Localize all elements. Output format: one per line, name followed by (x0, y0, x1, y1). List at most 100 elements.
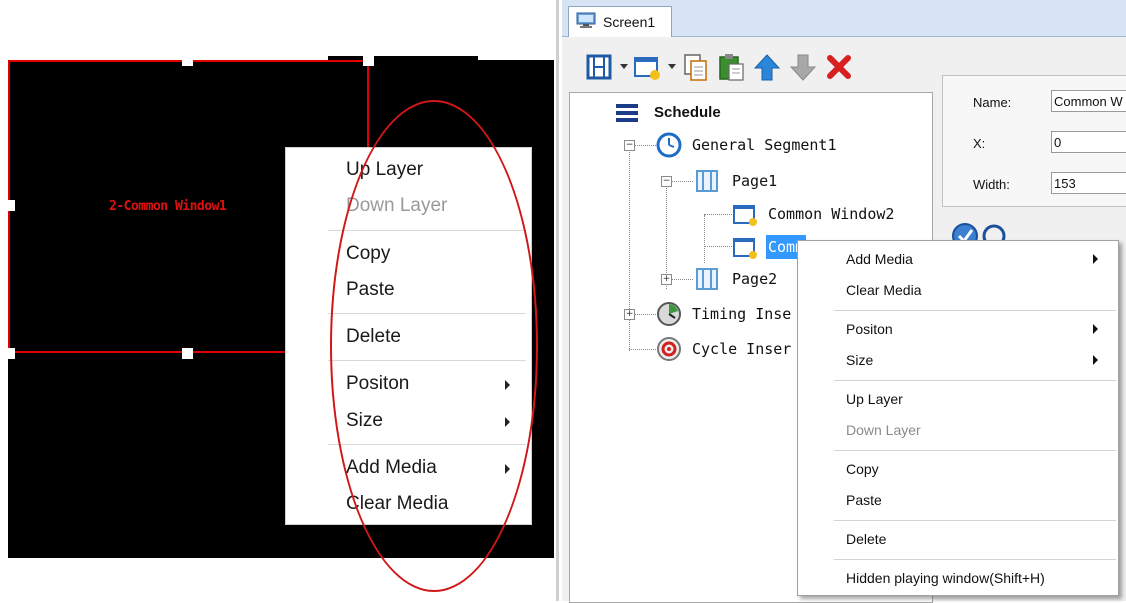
window-icon (733, 205, 757, 226)
submenu-arrow-icon (505, 380, 510, 390)
menu-item-delete[interactable]: Delete (346, 323, 526, 351)
menu-item-label: Clear Media (346, 493, 449, 514)
tab-label: Screen1 (603, 14, 656, 30)
submenu-arrow-icon (505, 464, 510, 474)
red-x-icon (827, 55, 851, 79)
menu-item-label: Copy (846, 461, 879, 477)
menu-item-down-layer: Down Layer (846, 418, 1106, 442)
tree-label: Common Window2 (768, 205, 895, 223)
tree-label: Schedule (654, 104, 721, 121)
menu-item-label: Positon (846, 321, 893, 337)
menu-item-label: Delete (846, 531, 887, 547)
menu-item-copy[interactable]: Copy (846, 457, 1106, 481)
menu-separator (328, 313, 526, 314)
submenu-arrow-icon (505, 417, 510, 427)
menu-item-label: Add Media (846, 251, 913, 267)
add-page-button[interactable] (584, 52, 614, 82)
x-label: X: (973, 136, 986, 151)
timer-icon (657, 302, 681, 326)
monitor-icon (576, 12, 596, 28)
menu-item-paste[interactable]: Paste (846, 488, 1106, 512)
menu-item-clear-media[interactable]: Clear Media (346, 490, 526, 518)
menu-item-label: Paste (846, 492, 882, 508)
cycle-icon (657, 337, 681, 361)
copy-icon (684, 54, 707, 81)
resize-handle[interactable] (4, 348, 15, 359)
dropdown-caret-icon[interactable] (668, 64, 676, 69)
move-down-button[interactable] (788, 52, 818, 82)
resize-handle[interactable] (363, 55, 374, 66)
menu-item-label: Down Layer (346, 195, 448, 216)
menu-item-label: Hidden playing window(Shift+H) (846, 570, 1045, 586)
arrow-up-icon (753, 54, 781, 81)
film-strip-icon (586, 54, 612, 80)
menu-item-up-layer[interactable]: Up Layer (846, 387, 1106, 411)
tree-label: Page1 (732, 172, 778, 190)
toolbar (562, 44, 942, 92)
paste-button[interactable] (716, 52, 746, 82)
image-divider (556, 0, 559, 601)
arrow-down-icon (789, 54, 817, 81)
add-window-button[interactable] (632, 52, 662, 82)
menu-item-delete[interactable]: Delete (846, 527, 1106, 551)
menu-item-label: Clear Media (846, 282, 922, 298)
resize-handle[interactable] (182, 55, 193, 66)
width-field[interactable]: 153 (1051, 172, 1126, 194)
film-strip-icon (696, 170, 718, 192)
menu-item-size[interactable]: Size (346, 407, 526, 435)
canvas-context-menu: Up Layer Down Layer Copy Paste Delete Po… (285, 147, 532, 525)
copy-button[interactable] (680, 52, 710, 82)
paste-icon (719, 54, 744, 81)
menu-item-add-media[interactable]: Add Media (346, 454, 526, 482)
menu-separator (834, 520, 1116, 521)
tree-label: Timing Inse (692, 305, 792, 323)
x-field[interactable]: 0 (1051, 131, 1126, 153)
menu-item-position[interactable]: Positon (346, 370, 526, 398)
dropdown-caret-icon[interactable] (620, 64, 628, 69)
menu-item-label: Up Layer (846, 391, 903, 407)
menu-item-label: Size (846, 352, 874, 368)
submenu-arrow-icon (1093, 254, 1098, 264)
menu-item-label: Paste (346, 279, 395, 300)
name-field[interactable]: Common W (1051, 90, 1126, 112)
resize-handle[interactable] (4, 200, 15, 211)
tab-strip: Screen1 (562, 0, 1126, 37)
tree-node-page1[interactable]: Page1 (570, 167, 930, 195)
menu-separator (834, 450, 1116, 451)
menu-item-copy[interactable]: Copy (346, 240, 526, 268)
tree-node-general-segment[interactable]: General Segment1 (570, 131, 930, 159)
menu-item-label: Add Media (346, 457, 437, 478)
menu-item-label: Size (346, 410, 383, 431)
tree-label: General Segment1 (692, 136, 837, 154)
tree-node-common-window2[interactable]: Common Window2 (570, 200, 930, 228)
menu-item-hidden-playing-window[interactable]: Hidden playing window(Shift+H) (846, 566, 1106, 590)
delete-button[interactable] (824, 52, 854, 82)
menu-item-down-layer: Down Layer (346, 192, 526, 220)
menu-separator (328, 360, 526, 361)
menu-item-up-layer[interactable]: Up Layer (346, 156, 526, 184)
width-label: Width: (973, 177, 1010, 192)
menu-item-clear-media[interactable]: Clear Media (846, 278, 1106, 302)
tree-context-menu: Add Media Clear Media Positon Size Up La… (797, 240, 1119, 596)
tab-screen1[interactable]: Screen1 (568, 6, 672, 37)
tree-label: Page2 (732, 270, 778, 288)
window-label: 2-Common Window1 (109, 199, 227, 214)
name-label: Name: (973, 95, 1012, 110)
menu-item-paste[interactable]: Paste (346, 276, 526, 304)
menu-item-add-media[interactable]: Add Media (846, 247, 1106, 271)
resize-handle[interactable] (182, 348, 193, 359)
menu-item-label: Positon (346, 373, 410, 394)
menu-item-label: Delete (346, 326, 401, 347)
move-up-button[interactable] (752, 52, 782, 82)
menu-item-position[interactable]: Positon (846, 317, 1106, 341)
menu-item-size[interactable]: Size (846, 348, 1106, 372)
tree-node-schedule[interactable]: Schedule (570, 99, 930, 127)
schedule-list-icon (616, 104, 638, 122)
menu-separator (328, 230, 526, 231)
menu-item-label: Up Layer (346, 159, 424, 180)
menu-item-label: Down Layer (846, 422, 921, 438)
tree-label: Cycle Inser (692, 340, 792, 358)
window-add-icon (634, 57, 660, 80)
menu-separator (834, 380, 1116, 381)
menu-separator (328, 444, 526, 445)
